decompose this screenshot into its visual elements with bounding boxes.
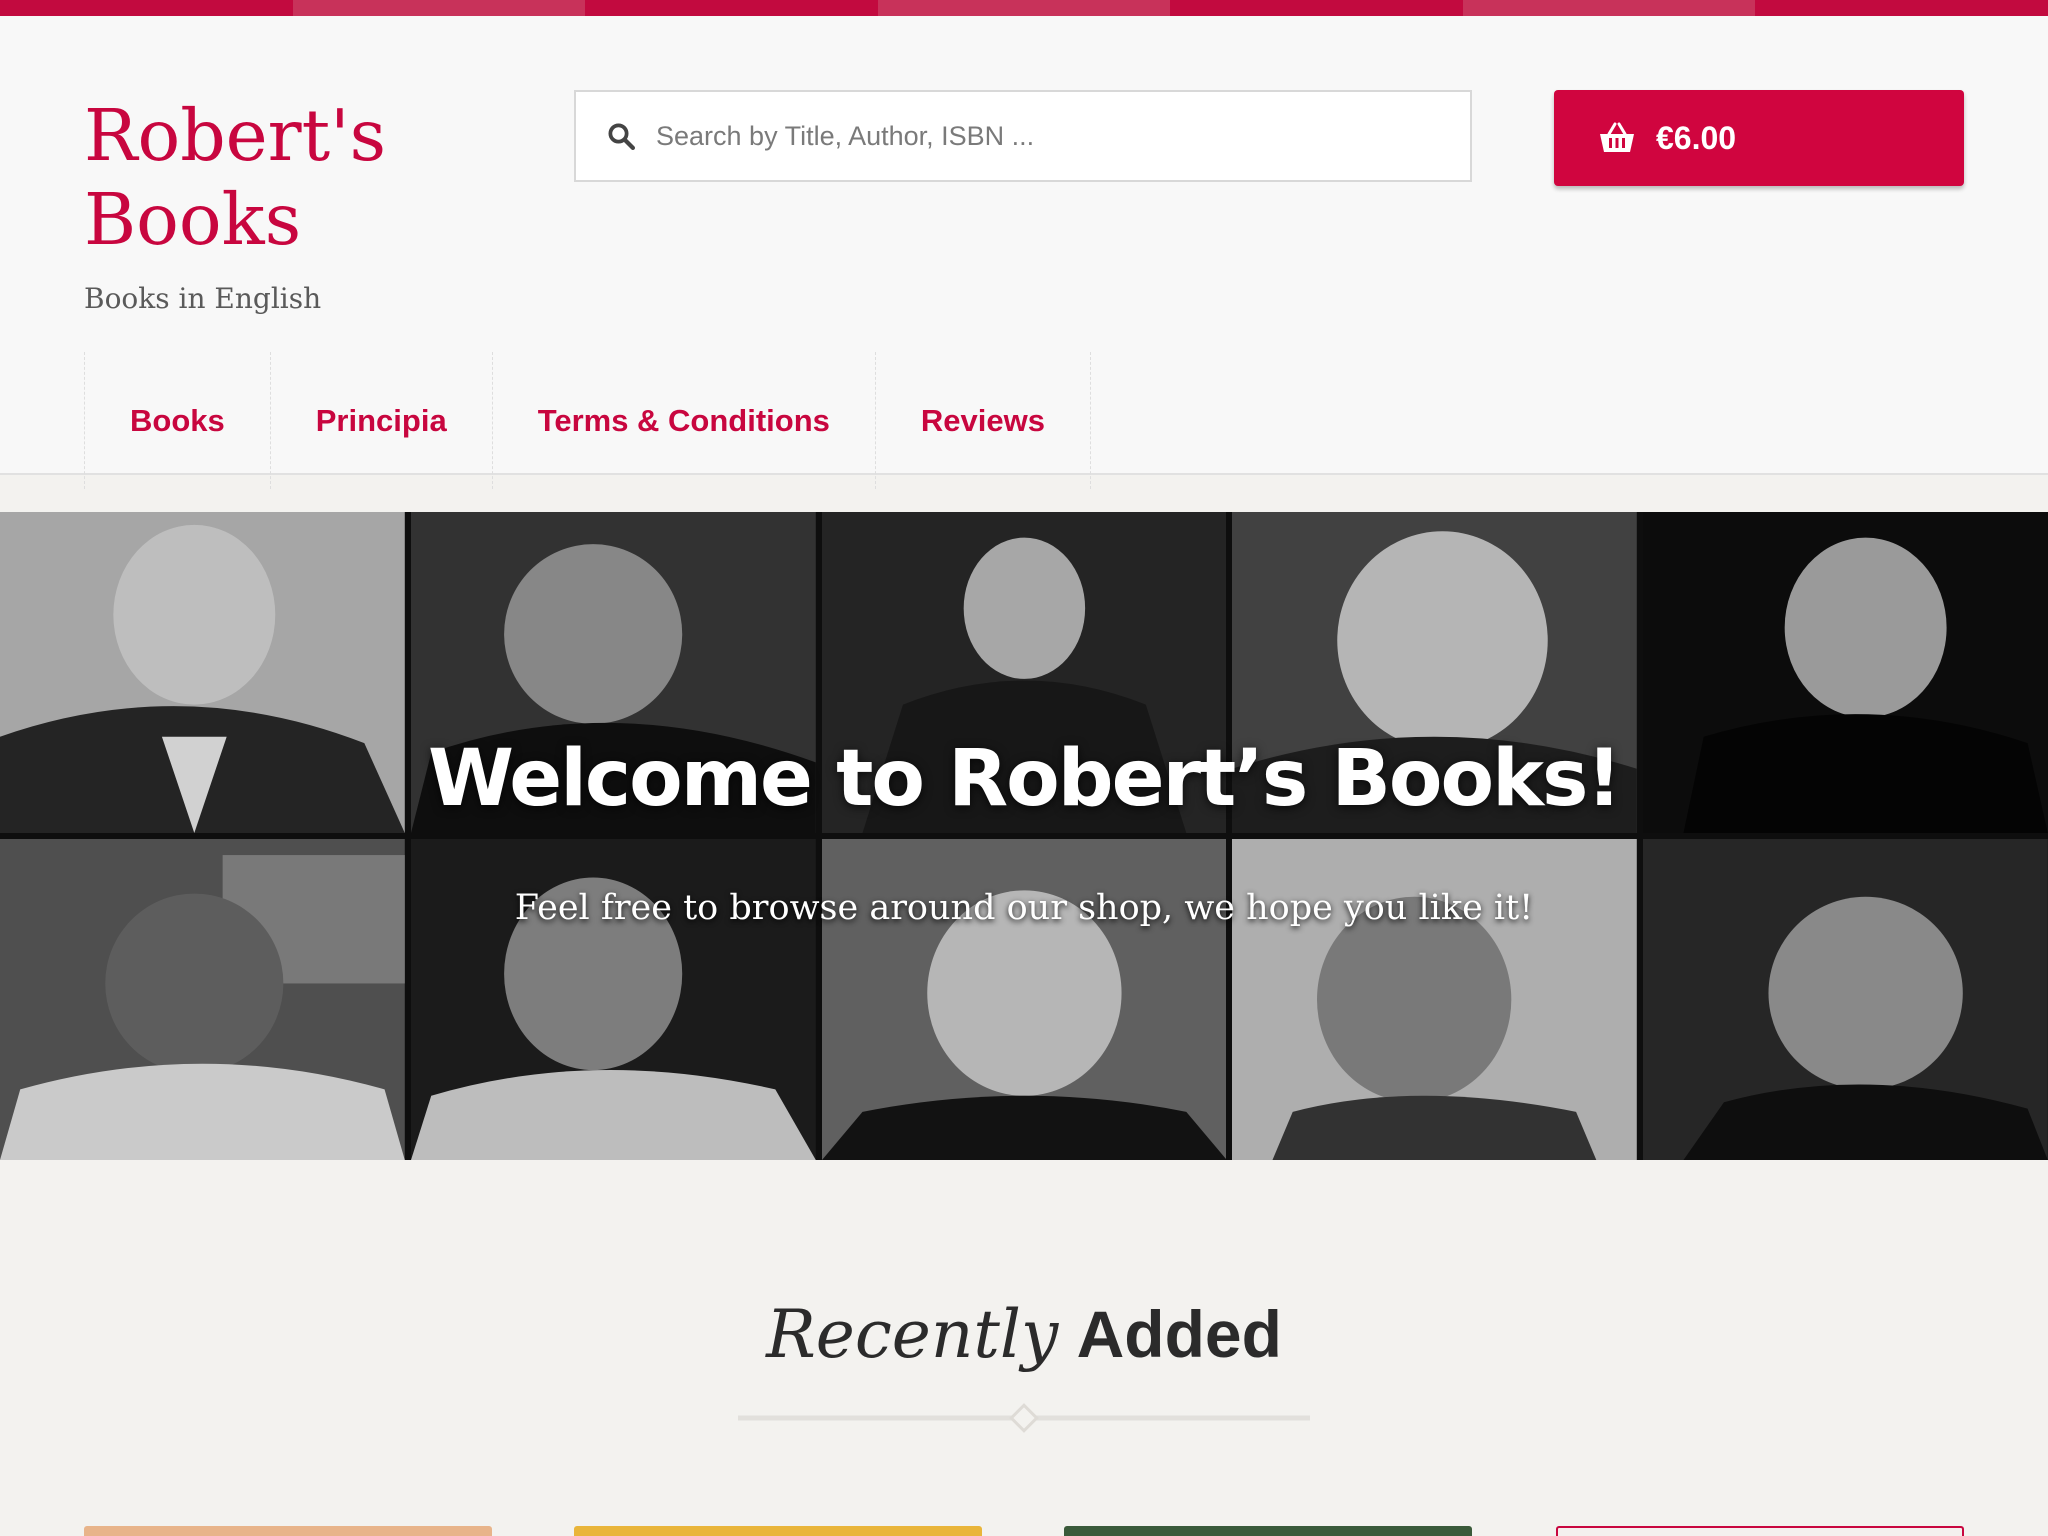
hero-subtitle: Feel free to browse around our shop, we … [514,888,1534,928]
product-list [0,1526,2048,1536]
hero-overlay [0,512,2048,1160]
section-title-em: Recently [766,1296,1059,1373]
search-box[interactable] [574,90,1472,182]
cart-total: €6.00 [1656,119,1737,156]
basket-icon [1600,122,1634,152]
section-divider [738,1403,1310,1433]
hero-banner: Welcome to Robert’s Books! Feel free to … [0,512,2048,1160]
section-title-recently-added: Recently Added [0,1296,2048,1373]
search-icon [608,123,635,150]
product-cover[interactable] [574,1526,982,1536]
cart-button[interactable]: €6.00 [1554,90,1964,186]
product-cover[interactable] [1556,1526,1964,1536]
product-cover[interactable] [1064,1526,1472,1536]
nav-item-terms[interactable]: Terms & Conditions [493,352,876,489]
top-accent-stripe [0,0,2048,16]
nav-item-principia[interactable]: Principia [271,352,493,489]
site-tagline: Books in English [84,282,322,315]
nav-item-reviews[interactable]: Reviews [876,352,1091,489]
site-title[interactable]: Robert's Books [84,94,444,262]
site-header: Robert's Books Books in English €6.00 Bo… [0,16,2048,489]
main-nav: Books Principia Terms & Conditions Revie… [84,352,1091,489]
nav-item-books[interactable]: Books [85,352,271,489]
product-cover[interactable] [84,1526,492,1536]
section-title-strong: Added [1076,1297,1282,1371]
hero-title: Welcome to Robert’s Books! [428,734,1622,824]
search-input[interactable] [654,119,1470,153]
